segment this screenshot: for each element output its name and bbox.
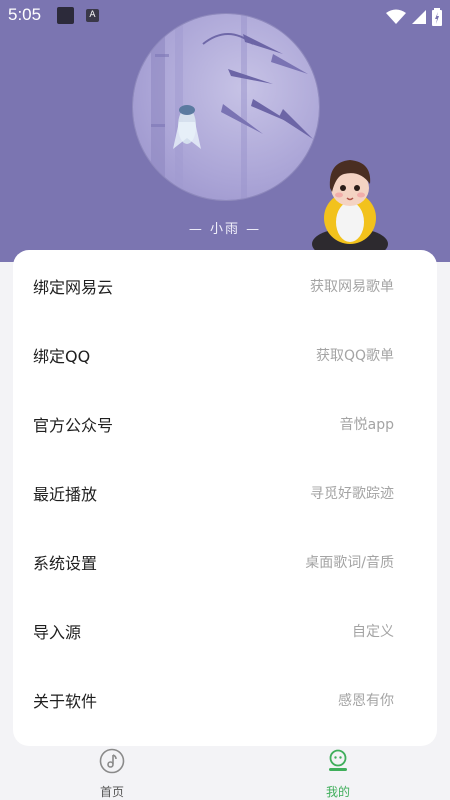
menu-item-value: 获取QQ歌单 — [315, 348, 394, 364]
signal-icon — [411, 9, 426, 24]
menu-item-value: 获取网易歌单 — [310, 279, 394, 295]
music-disc-icon — [99, 748, 125, 774]
bottom-tab-bar: 首页 我的 — [0, 746, 450, 800]
menu-item-import-source[interactable]: 导入源 自定义 — [13, 595, 437, 664]
menu-item-label: 关于软件 — [33, 692, 98, 711]
notification-icon — [57, 7, 74, 24]
menu-item-bind-netease[interactable]: 绑定网易云 获取网易歌单 — [13, 250, 437, 319]
menu-card: 绑定网易云 获取网易歌单 绑定QQ 获取QQ歌单 官方公众号 音悦app 最近播… — [13, 250, 437, 746]
menu-item-value: 自定义 — [352, 624, 394, 640]
menu-item-label: 官方公众号 — [33, 416, 114, 435]
menu-item-bind-qq[interactable]: 绑定QQ 获取QQ歌单 — [13, 319, 437, 388]
menu-item-value: 桌面歌词/音质 — [305, 555, 394, 571]
menu-item-label: 最近播放 — [33, 485, 98, 504]
tab-home-label: 首页 — [99, 785, 124, 799]
keyboard-badge-icon: A — [86, 9, 99, 22]
menu-item-value: 感恩有你 — [338, 693, 394, 709]
menu-item-system-settings[interactable]: 系统设置 桌面歌词/音质 — [13, 526, 437, 595]
profile-icon — [329, 749, 347, 771]
menu-item-label: 系统设置 — [33, 554, 98, 573]
battery-icon — [432, 7, 442, 26]
wifi-icon — [385, 9, 406, 24]
bamboo-illustration — [151, 14, 313, 200]
profile-header: 5:05 A — 小雨 — — [0, 0, 450, 266]
tab-home[interactable]: 首页 — [72, 746, 152, 800]
status-icons — [385, 6, 442, 26]
menu-item-label: 导入源 — [33, 623, 82, 642]
menu-item-label: 绑定网易云 — [33, 278, 114, 297]
avatar[interactable] — [133, 14, 319, 200]
menu-item-official-account[interactable]: 官方公众号 音悦app — [13, 388, 437, 457]
menu-item-label: 绑定QQ — [33, 347, 91, 366]
menu-item-recent-play[interactable]: 最近播放 寻觅好歌踪迹 — [13, 457, 437, 526]
menu-item-value: 音悦app — [339, 417, 394, 433]
tab-mine-label: 我的 — [325, 785, 350, 799]
tab-mine[interactable]: 我的 — [298, 746, 378, 800]
status-time: 5:05 — [8, 5, 42, 24]
menu-item-about[interactable]: 关于软件 感恩有你 — [13, 664, 437, 733]
menu-item-value: 寻觅好歌踪迹 — [310, 486, 394, 502]
